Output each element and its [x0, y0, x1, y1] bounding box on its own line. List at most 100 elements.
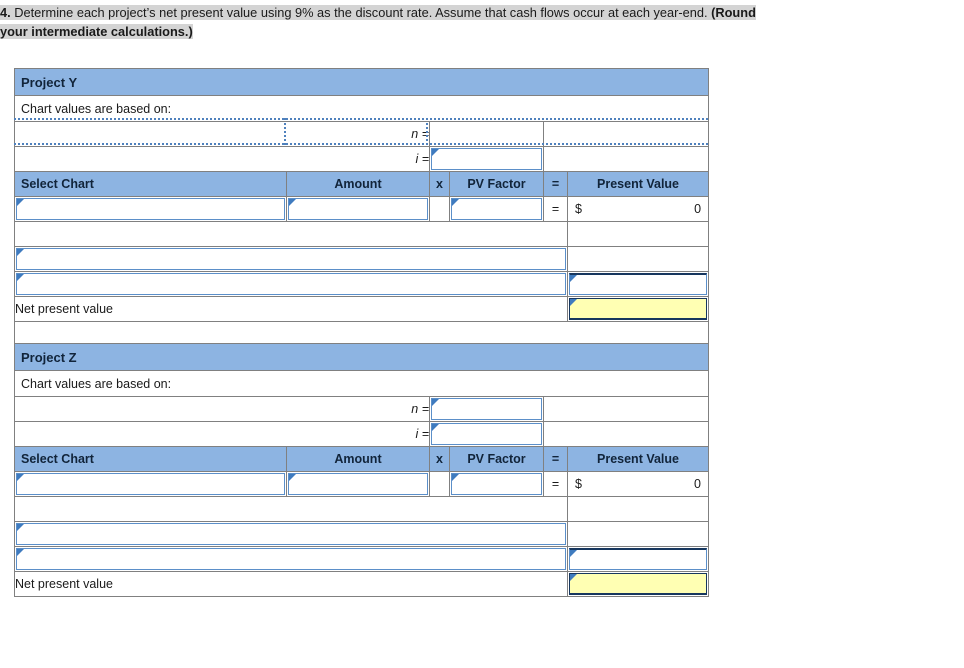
net-present-value-input[interactable]	[569, 573, 707, 595]
project-z-present-value-cell-1: $ 0	[567, 471, 709, 497]
column-header-pv-factor: PV Factor	[449, 171, 544, 197]
project-y-present-value-cell-3[interactable]	[566, 271, 710, 297]
project-z-chartvalues-row: Chart values are based on:	[14, 370, 709, 397]
project-y-title-row: Project Y	[13, 68, 710, 96]
present-value-total-input[interactable]	[569, 273, 708, 295]
project-z-present-value-cell-3[interactable]	[567, 546, 709, 572]
selection-marquee-right	[426, 118, 428, 145]
present-value-currency: $	[575, 477, 582, 491]
project-z-i-spacer	[543, 421, 709, 447]
column-header-select-chart: Select Chart	[14, 446, 287, 472]
project-z-n-label: n =	[14, 396, 430, 422]
net-present-value-input[interactable]	[569, 298, 708, 320]
project-y-n-input[interactable]	[431, 123, 542, 145]
project-y-times-cell-1	[429, 196, 450, 222]
question-text: Determine each project’s net present val…	[10, 5, 712, 20]
project-y-npv-row: Net present value	[14, 296, 710, 322]
project-z-amount-cell-1[interactable]	[286, 471, 430, 497]
select-chart-dropdown[interactable]	[16, 198, 285, 220]
project-y-blank-row	[14, 221, 710, 247]
project-y-entry-row-1: = $ 0	[14, 196, 710, 222]
project-z-title: Project Z	[14, 343, 709, 371]
project-z-chartvalues-label: Chart values are based on:	[14, 370, 709, 397]
project-y-select-chart-cell-3[interactable]	[14, 271, 568, 297]
project-z-n-input[interactable]	[431, 398, 542, 420]
question-text-bold-2: your intermediate calculations.)	[0, 24, 193, 39]
question-prompt: 4. Determine each project’s net present …	[0, 0, 964, 41]
present-value-amount: 0	[694, 477, 701, 491]
project-y-i-label: i =	[14, 146, 430, 172]
project-y-npv-label: Net present value	[14, 296, 568, 322]
select-chart-dropdown[interactable]	[16, 473, 285, 495]
project-z-n-spacer	[543, 396, 709, 422]
select-chart-dropdown[interactable]	[16, 273, 566, 295]
column-header-present-value: Present Value	[566, 171, 710, 197]
project-z-equals-cell-1: =	[543, 471, 568, 497]
project-z-i-label: i =	[14, 421, 430, 447]
project-z-title-row: Project Z	[14, 343, 709, 371]
project-z-i-row: i =	[14, 421, 709, 447]
project-y-i-row: i =	[14, 146, 710, 172]
project-z-column-headers: Select Chart Amount x PV Factor = Presen…	[14, 446, 709, 472]
project-y-present-value-cell-2	[566, 246, 710, 272]
select-chart-dropdown[interactable]	[16, 523, 566, 545]
project-y-npv-cell[interactable]	[566, 296, 710, 322]
amount-input[interactable]	[288, 473, 428, 495]
project-y-select-chart-cell-2[interactable]	[14, 246, 568, 272]
project-y-title: Project Y	[13, 68, 710, 96]
project-y-select-chart-cell-1[interactable]	[14, 196, 287, 222]
pv-factor-input[interactable]	[451, 198, 542, 220]
select-chart-dropdown[interactable]	[16, 248, 566, 270]
column-header-equals: =	[543, 171, 568, 197]
column-header-pv-factor: PV Factor	[449, 446, 544, 472]
project-z-i-input-cell[interactable]	[429, 421, 544, 447]
project-y-i-input[interactable]	[431, 148, 542, 170]
project-y-pvfactor-cell-1[interactable]	[449, 196, 544, 222]
project-z-table: Project Z Chart values are based on: n =…	[14, 343, 709, 597]
project-z-n-row: n =	[14, 396, 709, 422]
project-z-n-input-cell[interactable]	[429, 396, 544, 422]
selection-marquee-top	[14, 118, 708, 120]
present-value-currency: $	[575, 202, 582, 216]
column-header-amount: Amount	[286, 171, 430, 197]
project-y-entry-row-2	[14, 246, 710, 272]
pv-factor-input[interactable]	[451, 473, 542, 495]
project-y-blank-left	[14, 221, 568, 247]
column-header-amount: Amount	[286, 446, 430, 472]
project-z-blank-row	[14, 496, 709, 522]
project-z-entry-row-1: = $ 0	[14, 471, 709, 497]
selection-marquee-bottom	[14, 143, 708, 145]
project-z-npv-label: Net present value	[14, 571, 568, 597]
select-chart-dropdown[interactable]	[16, 548, 566, 570]
project-z-select-chart-cell-3[interactable]	[14, 546, 568, 572]
project-y-equals-cell-1: =	[543, 196, 568, 222]
project-y-entry-row-3	[14, 271, 710, 297]
project-y-blank-right	[566, 221, 710, 247]
project-z-blank-left	[14, 496, 568, 522]
project-z-select-chart-cell-1[interactable]	[14, 471, 287, 497]
project-z-entry-row-3	[14, 546, 709, 572]
column-header-present-value: Present Value	[567, 446, 709, 472]
question-text-bold-1: (Round	[711, 5, 756, 20]
project-z-npv-row: Net present value	[14, 571, 709, 597]
project-z-select-chart-cell-2[interactable]	[14, 521, 568, 547]
project-y-i-input-cell[interactable]	[429, 146, 544, 172]
project-z-npv-cell[interactable]	[567, 571, 709, 597]
project-y-amount-cell-1[interactable]	[286, 196, 430, 222]
project-z-pvfactor-cell-1[interactable]	[449, 471, 544, 497]
project-z-present-value-cell-2	[567, 521, 709, 547]
column-header-select-chart: Select Chart	[14, 171, 287, 197]
amount-input[interactable]	[288, 198, 428, 220]
project-y-table: Project Y Chart values are based on: n =…	[13, 68, 710, 347]
selection-marquee-left	[284, 118, 286, 145]
project-z-blank-right	[567, 496, 709, 522]
column-header-times: x	[429, 171, 450, 197]
project-z-entry-row-2	[14, 521, 709, 547]
project-z-times-cell-1	[429, 471, 450, 497]
present-value-total-input[interactable]	[569, 548, 707, 570]
project-z-i-input[interactable]	[431, 423, 542, 445]
project-y-present-value-cell-1: $ 0	[566, 196, 710, 222]
question-number: 4.	[0, 5, 11, 20]
column-header-times: x	[429, 446, 450, 472]
present-value-amount: 0	[694, 202, 702, 216]
